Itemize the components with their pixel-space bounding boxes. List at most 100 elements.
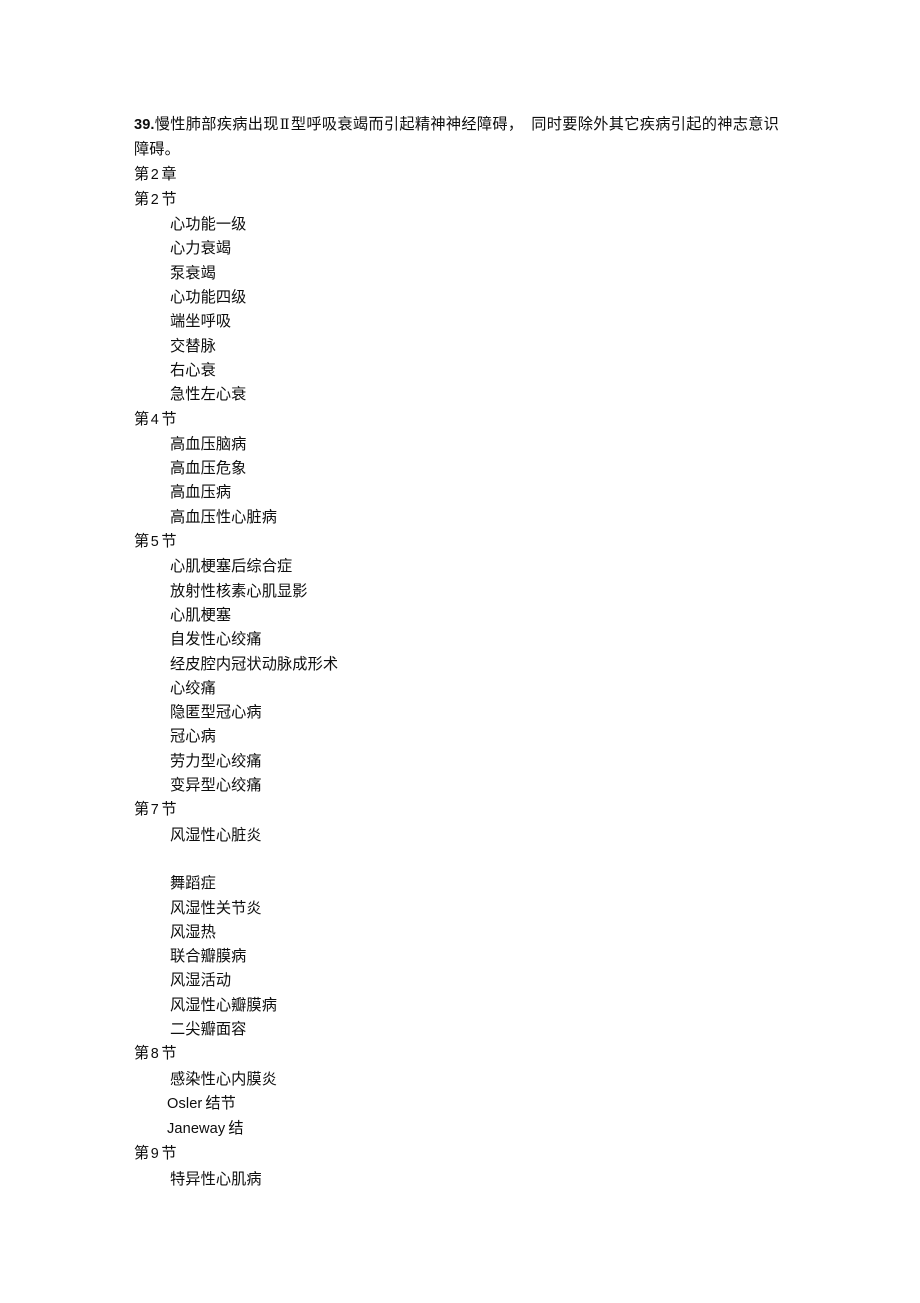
term-entry-label: 特异性心肌病 xyxy=(170,1169,262,1188)
term-entry: 右心衰 xyxy=(134,358,782,382)
term-entry: 风湿活动 xyxy=(134,968,782,992)
section-prefix: 第 xyxy=(134,409,150,428)
document-body: 39.慢性肺部疾病出现Ⅱ型呼吸衰竭而引起精神神经障碍， 同时要除外其它疾病引起的… xyxy=(134,112,782,1191)
term-entry: 变异型心绞痛 xyxy=(134,773,782,797)
term-entry: Osler 结节 xyxy=(134,1091,782,1116)
term-entry-label: 风湿活动 xyxy=(170,971,232,990)
term-entry: 泵衰竭 xyxy=(134,261,782,285)
term-entry-label: 舞蹈症 xyxy=(170,874,216,893)
term-entry-label: 心肌梗塞后综合症 xyxy=(170,557,293,576)
section-suffix: 节 xyxy=(161,1044,177,1063)
section-prefix: 第 xyxy=(134,1144,150,1163)
section-suffix: 节 xyxy=(161,532,177,551)
section-heading: 第7节 xyxy=(134,797,782,822)
term-entry: 高血压性心脏病 xyxy=(134,505,782,529)
term-entry: 二尖瓣面容 xyxy=(134,1017,782,1041)
term-entry-latin: Osler xyxy=(167,1095,203,1112)
term-entry-label: 变异型心绞痛 xyxy=(170,776,262,795)
term-entry-label: 端坐呼吸 xyxy=(170,312,232,331)
term-entry: 端坐呼吸 xyxy=(134,309,782,333)
section-prefix: 第 xyxy=(134,532,150,551)
sections-container: 第 2 节心功能一级 心力衰竭 泵衰竭 心功能四级 端坐呼吸 交替脉 右心衰 急性左心衰第 4 节高血… xyxy=(134,187,782,1191)
chapter-prefix: 第 xyxy=(134,164,150,183)
section-number: 7 xyxy=(150,802,159,819)
lead-paragraph-number: 39. xyxy=(134,117,155,133)
term-entry-label: 心功能四级 xyxy=(170,288,247,307)
term-entry-label: 心力衰竭 xyxy=(170,239,232,258)
section-prefix: 第 xyxy=(134,189,150,208)
term-entry: 高血压脑病 xyxy=(134,432,782,456)
term-entry: 特异性心肌病 xyxy=(134,1167,782,1191)
section-number: 8 xyxy=(150,1046,159,1063)
lead-paragraph: 39.慢性肺部疾病出现Ⅱ型呼吸衰竭而引起精神神经障碍， 同时要除外其它疾病引起的… xyxy=(134,112,779,162)
section-number: 2 xyxy=(150,191,159,208)
term-entry: 心肌梗塞后综合症 xyxy=(134,554,782,578)
section-suffix: 节 xyxy=(161,409,177,428)
term-entry-label: 高血压病 xyxy=(170,483,232,502)
term-entry: Janeway 结 xyxy=(134,1116,782,1141)
section-heading: 第2节 xyxy=(134,187,782,212)
term-entry: 心绞痛 xyxy=(134,676,782,700)
term-entry-latin: Janeway xyxy=(167,1121,226,1138)
section-heading: 第5节 xyxy=(134,529,782,554)
term-entry-label: 结节 xyxy=(205,1093,236,1112)
section-suffix: 节 xyxy=(161,189,177,208)
section-heading: 第9节 xyxy=(134,1141,782,1166)
term-entry: 舞蹈症 xyxy=(134,871,782,895)
term-entry: 冠心病 xyxy=(134,724,782,748)
chapter-number: 2 xyxy=(150,166,159,183)
term-entry: 高血压病 xyxy=(134,480,782,504)
term-entry-label: 劳力型心绞痛 xyxy=(170,751,262,770)
section-suffix: 节 xyxy=(161,800,177,819)
term-entry-label: 冠心病 xyxy=(170,727,216,746)
roman-numeral-two: Ⅱ xyxy=(279,117,290,133)
term-entry-label: 联合瓣膜病 xyxy=(170,947,247,966)
section-suffix: 节 xyxy=(161,1144,177,1163)
term-entry-label: 交替脉 xyxy=(170,336,216,355)
term-entry: 放射性核素心肌显影 xyxy=(134,579,782,603)
term-entry: 隐匿型冠心病 xyxy=(134,700,782,724)
term-entry-label: 高血压危象 xyxy=(170,459,247,478)
term-entry: 心功能四级 xyxy=(134,285,782,309)
term-entry: 风湿热 xyxy=(134,920,782,944)
term-entry: 心力衰竭 xyxy=(134,236,782,260)
term-entry-label: 风湿热 xyxy=(170,922,216,941)
term-entry: 感染性心内膜炎 xyxy=(134,1067,782,1091)
term-entry-label: 放射性核素心肌显影 xyxy=(170,581,308,600)
term-entry-label: 心肌梗塞 xyxy=(170,605,232,624)
term-entry: 风湿性关节炎 xyxy=(134,896,782,920)
term-entry: 高血压危象 xyxy=(134,456,782,480)
term-entry: 劳力型心绞痛 xyxy=(134,749,782,773)
chapter-heading: 第2章 xyxy=(134,162,782,187)
term-entry-label: 风湿性心瓣膜病 xyxy=(170,995,278,1014)
term-entry-label: 右心衰 xyxy=(170,360,216,379)
term-entry: 交替脉 xyxy=(134,334,782,358)
term-entry-label: 风湿性心脏炎 xyxy=(170,825,262,844)
section-number: 5 xyxy=(150,534,159,551)
term-entry-label: 感染性心内膜炎 xyxy=(170,1069,278,1088)
term-entry: 联合瓣膜病 xyxy=(134,944,782,968)
term-entry-label: 隐匿型冠心病 xyxy=(170,703,262,722)
term-entry-label: 急性左心衰 xyxy=(170,385,247,404)
term-entry-label: 自发性心绞痛 xyxy=(170,630,262,649)
term-entry-label: 二尖瓣面容 xyxy=(170,1019,247,1038)
term-entry-label: 经皮腔内冠状动脉成形术 xyxy=(170,654,339,673)
term-entry: 风湿性心脏炎 xyxy=(134,823,782,847)
document-page: 39.慢性肺部疾病出现Ⅱ型呼吸衰竭而引起精神神经障碍， 同时要除外其它疾病引起的… xyxy=(0,0,920,1303)
term-entry-label: 高血压性心脏病 xyxy=(170,507,278,526)
term-entry-label: 结 xyxy=(228,1119,244,1138)
term-entry-label: 高血压脑病 xyxy=(170,434,247,453)
lead-paragraph-text-before-roman: 慢性肺部疾病出现 xyxy=(154,115,279,133)
term-entry-label: 泵衰竭 xyxy=(170,263,216,282)
term-entry-label: 心功能一级 xyxy=(170,215,247,234)
section-prefix: 第 xyxy=(134,1044,150,1063)
section-number: 4 xyxy=(150,411,159,428)
section-heading: 第4节 xyxy=(134,407,782,432)
chapter-suffix: 章 xyxy=(161,164,177,183)
term-entry-label: 风湿性关节炎 xyxy=(170,898,262,917)
term-entry: 自发性心绞痛 xyxy=(134,627,782,651)
term-entry: 心功能一级 xyxy=(134,212,782,236)
term-entry: 心肌梗塞 xyxy=(134,603,782,627)
section-prefix: 第 xyxy=(134,800,150,819)
